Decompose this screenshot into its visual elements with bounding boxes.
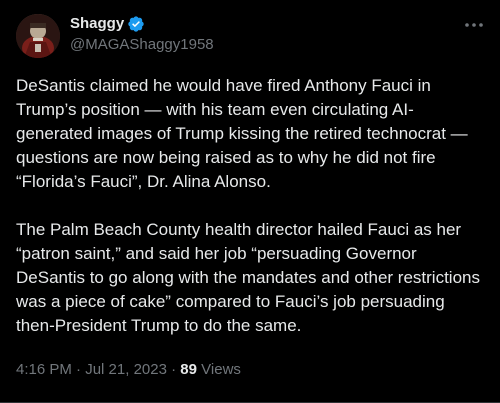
verified-badge-icon[interactable]: [127, 15, 145, 33]
post-paragraph-1: DeSantis claimed he would have fired Ant…: [16, 76, 468, 191]
post-meta: 4:16 PM · Jul 21, 2023 · 89 Views: [16, 360, 241, 380]
views-count[interactable]: 89: [180, 361, 197, 378]
post-text: DeSantis claimed he would have fired Ant…: [16, 74, 486, 338]
post-date[interactable]: Jul 21, 2023: [85, 361, 167, 378]
post-time[interactable]: 4:16 PM: [16, 361, 72, 378]
meta-separator: ·: [171, 361, 177, 378]
more-options-icon[interactable]: [462, 16, 486, 34]
user-handle[interactable]: @MAGAShaggy1958: [70, 35, 460, 55]
views-label: Views: [201, 361, 241, 378]
avatar-image: [16, 14, 60, 58]
avatar[interactable]: [16, 14, 60, 58]
post-header: Shaggy @MAGAShaggy1958: [70, 14, 460, 55]
meta-separator: ·: [76, 361, 82, 378]
post-paragraph-2: The Palm Beach County health director ha…: [16, 220, 480, 335]
display-name[interactable]: Shaggy: [70, 14, 124, 34]
name-row: Shaggy: [70, 14, 460, 34]
tweet: Shaggy @MAGAShaggy1958 DeSantis claimed …: [0, 0, 500, 403]
